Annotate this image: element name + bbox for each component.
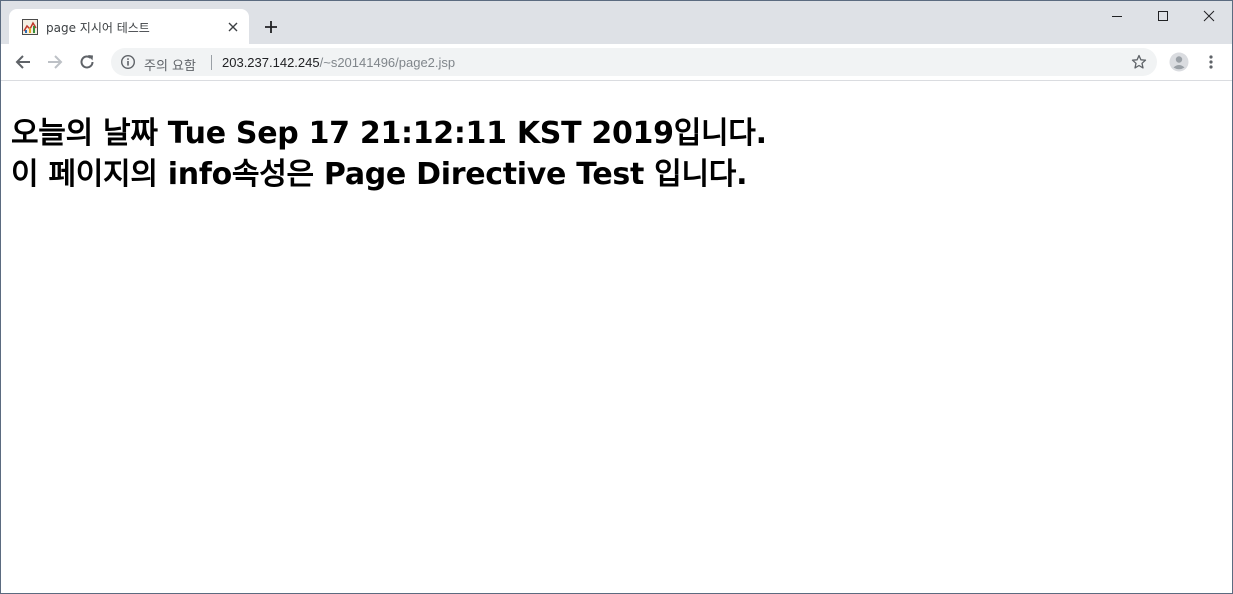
menu-button[interactable]	[1199, 50, 1223, 74]
profile-icon	[1169, 52, 1189, 72]
url-text[interactable]: 203.237.142.245/~s20141496/page2.jsp	[222, 55, 455, 70]
back-button[interactable]	[11, 50, 35, 74]
url-path: /~s20141496/page2.jsp	[319, 55, 456, 70]
tab-title: page 지시어 테스트	[46, 21, 150, 35]
page-favicon-icon	[22, 19, 38, 35]
kebab-menu-icon	[1209, 55, 1213, 69]
page-content: 오늘의 날짜 Tue Sep 17 21:12:11 KST 2019입니다. …	[1, 81, 1232, 593]
bookmark-button[interactable]	[1129, 52, 1149, 72]
minimize-button[interactable]	[1094, 1, 1140, 31]
forward-arrow-icon	[48, 55, 63, 69]
close-icon	[1203, 10, 1215, 22]
back-arrow-icon	[15, 55, 30, 69]
active-tab[interactable]: page 지시어 테스트	[9, 9, 249, 44]
forward-button[interactable]	[43, 50, 67, 74]
omnibox-divider	[211, 55, 212, 70]
date-line: 오늘의 날짜 Tue Sep 17 21:12:11 KST 2019입니다.	[11, 116, 767, 151]
reload-icon	[80, 55, 94, 69]
browser-toolbar: 주의 요함 203.237.142.245/~s20141496/page2.j…	[1, 44, 1232, 81]
plus-icon	[265, 21, 277, 33]
address-bar[interactable]: 주의 요함 203.237.142.245/~s20141496/page2.j…	[111, 48, 1157, 76]
tab-strip: page 지시어 테스트	[1, 1, 1232, 44]
maximize-button[interactable]	[1140, 1, 1186, 31]
reload-button[interactable]	[75, 50, 99, 74]
minimize-icon	[1112, 16, 1122, 17]
browser-window: page 지시어 테스트 주의 요함 203.237.142.245/~s201…	[0, 0, 1233, 594]
maximize-icon	[1158, 11, 1168, 21]
star-icon	[1131, 54, 1147, 69]
new-tab-button[interactable]	[259, 15, 283, 39]
info-line: 이 페이지의 info속성은 Page Directive Test 입니다.	[11, 157, 748, 192]
security-label[interactable]: 주의 요함	[144, 55, 196, 74]
close-window-button[interactable]	[1186, 1, 1232, 31]
info-icon[interactable]	[120, 54, 136, 70]
url-host: 203.237.142.245	[222, 55, 320, 70]
profile-button[interactable]	[1167, 50, 1191, 74]
tab-close-icon[interactable]	[225, 19, 241, 35]
